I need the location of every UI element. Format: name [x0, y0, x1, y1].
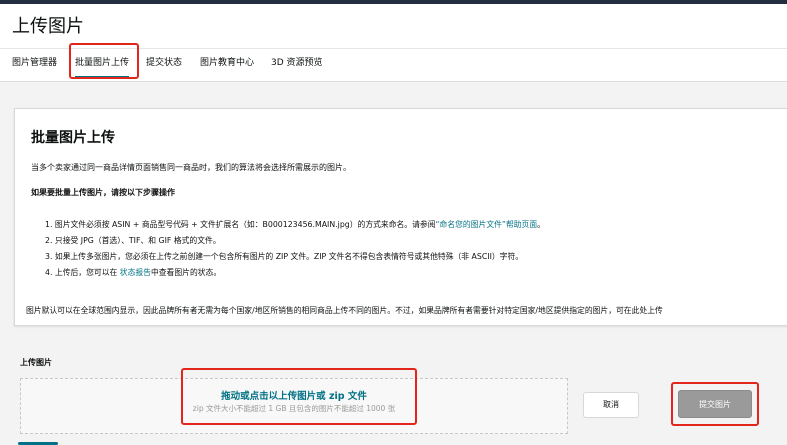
status-report-link[interactable]: 状态报告 [120, 268, 151, 277]
cancel-button[interactable]: 取消 [583, 392, 639, 418]
card-title: 批量图片上传 [31, 130, 115, 146]
steps-heading: 如果要批量上传图片，请按以下步骤操作 [31, 188, 175, 197]
step-3: 3. 如果上传多张图片，您必须在上传之前创建一个包含所有图片的 ZIP 文件。Z… [45, 252, 524, 261]
page-title: 上传图片 [12, 16, 84, 37]
step-4: 4. 上传后，您可以在 状态报告中查看图片的状态。 [45, 268, 222, 277]
intro-text: 当多个卖家通过同一商品详情页面销售同一商品时，我们的算法将会选择所需展示的图片。 [31, 163, 351, 172]
instructions-card: 批量图片上传 当多个卖家通过同一商品详情页面销售同一商品时，我们的算法将会选择所… [14, 108, 787, 326]
tab-image-education-center[interactable]: 图片教育中心 [200, 49, 254, 78]
highlight-box-submit [671, 382, 759, 426]
global-display-note: 图片默认可以在全球范围内显示，因此品牌所有者无需为每个国家/地区所销售的相同商品… [26, 306, 663, 315]
upload-section-heading: 上传图片 [20, 358, 52, 367]
naming-help-link[interactable]: “命名您的图片文件”帮助页面 [436, 220, 538, 229]
step-2: 2. 只接受 JPG（首选）、TIF、和 GIF 格式的文件。 [45, 236, 221, 245]
highlight-box-dropzone [181, 368, 417, 425]
tab-image-manager[interactable]: 图片管理器 [12, 49, 57, 78]
tab-submission-status[interactable]: 提交状态 [146, 49, 182, 78]
highlight-box-tab [69, 43, 139, 79]
tab-3d-asset-preview[interactable]: 3D 资源预览 [271, 49, 323, 78]
step-1: 1. 图片文件必须按 ASIN + 商品型号代码 + 文件扩展名（如：B0001… [45, 220, 545, 229]
